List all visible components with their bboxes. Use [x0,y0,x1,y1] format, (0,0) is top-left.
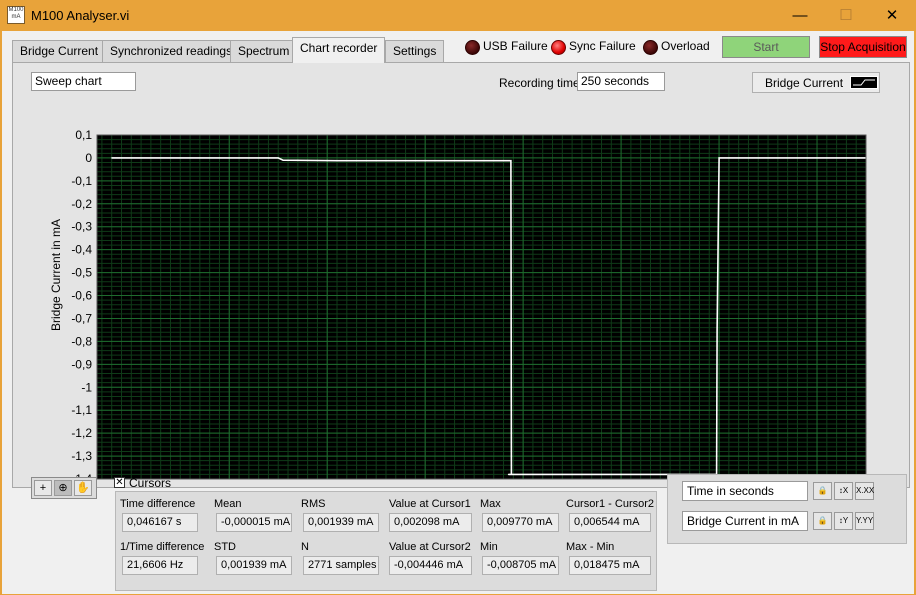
stat-label-value-cursor2: Value at Cursor2 [389,541,471,553]
cursor-tool-icon[interactable]: + [34,480,52,496]
usb-failure-led [465,40,480,55]
stat-label-n: N [301,541,309,553]
scale-legend-panel: Time in seconds 🔒 ↕X X.XX Bridge Current… [667,474,907,544]
y-tick-label: -1 [81,380,92,394]
stat-label-time-difference: Time difference [120,498,196,510]
plot-background [97,135,866,479]
y-autoscale-button[interactable]: ↕Y [834,512,853,530]
y-axis-name-field[interactable]: Bridge Current in mA [682,511,808,531]
data-point [277,157,279,159]
cursors-checkbox[interactable]: ✕ [114,477,125,488]
data-point [282,159,284,161]
minimize-button[interactable]: — [777,1,823,31]
y-tick-label: -1,1 [71,403,92,417]
y-tick-label: -0,4 [71,243,92,257]
stop-acquisition-button[interactable]: Stop Acquisition [819,36,907,58]
stat-value-value-cursor1: 0,002098 mA [389,513,472,532]
data-point [510,473,512,476]
stat-value-cursor-diff: 0,006544 mA [569,513,651,532]
stat-label-max-min: Max - Min [566,541,615,553]
tab-settings[interactable]: Settings [385,40,445,62]
y-tick-label: -0,8 [71,334,92,348]
stat-value-time-difference: 0,046167 s [122,513,198,532]
y-tick-label: -0,7 [71,311,92,325]
overload-led [643,40,658,55]
overload-label: Overload [661,39,710,53]
client-area: Bridge Current Synchronized readings Spe… [2,31,914,594]
stat-value-min: -0,008705 mA [482,556,559,575]
stat-value-max: 0,009770 mA [482,513,559,532]
stat-value-mean: -0,000015 mA [216,513,292,532]
x-autoscale-button[interactable]: ↕X [834,482,853,500]
y-tick-label: -1,2 [71,426,92,440]
tab-synchronized-readings[interactable]: Synchronized readings [102,40,241,62]
chart-plot[interactable]: 231,313231,34231,36231,38231,4231,42231,… [13,63,909,487]
title-bar[interactable]: M100 mA M100 Analyser.vi — ☐ ✕ [1,1,915,31]
x-tick-label: 231,38 [407,485,444,487]
x-format-button[interactable]: X.XX [855,482,874,500]
x-axis-name-field[interactable]: Time in seconds [682,481,808,501]
data-point [510,160,512,162]
sync-failure-label: Sync Failure [569,39,636,53]
y-tick-label: -0,5 [71,266,92,280]
stat-label-inverse-time: 1/Time difference [120,541,205,553]
start-acquisition-button[interactable]: Start Acquisition [722,36,810,74]
window-title: M100 Analyser.vi [31,8,130,23]
x-lock-icon[interactable]: 🔒 [813,482,832,500]
app-icon: M100 mA [7,6,25,24]
stat-label-rms: RMS [301,498,326,510]
chart-recorder-panel: Sweep chart Recording time 250 seconds B… [12,62,910,488]
y-lock-icon[interactable]: 🔒 [813,512,832,530]
tab-spectrum[interactable]: Spectrum [230,40,298,62]
stat-label-mean: Mean [214,498,242,510]
y-tick-label: 0 [85,151,92,165]
cursors-label: Cursors [129,476,172,490]
stat-label-std: STD [214,541,236,553]
maximize-button[interactable]: ☐ [823,1,869,31]
stat-value-n: 2771 samples [303,556,379,575]
tab-chart-recorder[interactable]: Chart recorder [292,37,386,63]
stat-value-inverse-time: 21,6606 Hz [122,556,198,575]
stat-value-std: 0,001939 mA [216,556,292,575]
stat-label-cursor-diff: Cursor1 - Cursor2 [566,498,655,510]
app-window: M100 mA M100 Analyser.vi — ☐ ✕ Bridge Cu… [0,0,916,595]
stat-label-min: Min [480,541,498,553]
y-format-button[interactable]: Y.YY [855,512,874,530]
y-tick-label: -0,2 [71,197,92,211]
usb-failure-label: USB Failure [483,39,548,53]
data-point [111,157,113,159]
y-tick-label: -0,6 [71,289,92,303]
data-point [718,157,720,159]
x-tick-label: 231,34 [211,485,248,487]
y-tick-label: -1,3 [71,449,92,463]
statistics-panel: Time difference 0,046167 s Mean -0,00001… [115,491,657,591]
graph-tools-palette: + ⊕ ✋ [31,477,97,499]
data-point [336,160,338,162]
zoom-tool-icon[interactable]: ⊕ [54,480,72,496]
app-icon-text-top: M100 [8,7,24,13]
y-tick-label: 0,1 [75,128,92,142]
y-tick-label: -0,9 [71,357,92,371]
sync-failure-led [551,40,566,55]
data-point [716,329,718,331]
app-icon-text-bottom: mA [11,14,21,20]
x-tick-label: 231,36 [309,485,346,487]
stat-label-value-cursor1: Value at Cursor1 [389,498,471,510]
tab-bridge-current[interactable]: Bridge Current [12,40,107,62]
x-tick-label: 231,4 [508,485,538,487]
stat-label-max: Max [480,498,501,510]
data-point [507,473,510,476]
y-tick-label: -0,1 [71,174,92,188]
x-tick-label: 231,42 [603,485,640,487]
pan-tool-icon[interactable]: ✋ [74,480,92,496]
close-button[interactable]: ✕ [869,1,915,31]
stat-value-rms: 0,001939 mA [303,513,379,532]
y-tick-label: -0,3 [71,220,92,234]
stat-value-value-cursor2: -0,004446 mA [389,556,472,575]
stat-value-max-min: 0,018475 mA [569,556,651,575]
